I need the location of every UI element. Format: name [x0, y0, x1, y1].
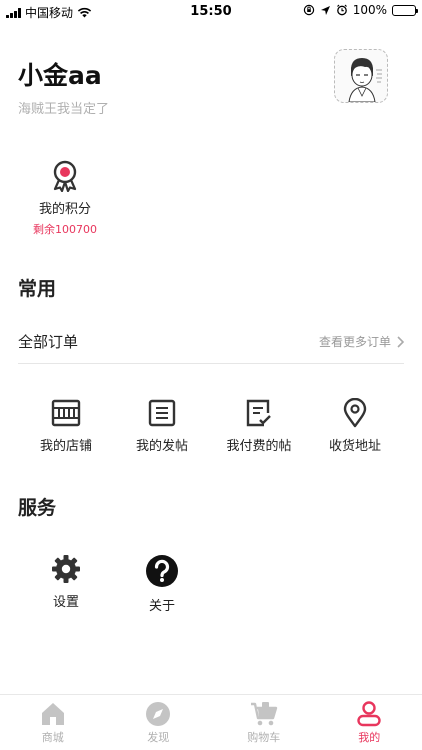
- shipping-address-button[interactable]: 收货地址: [308, 398, 402, 454]
- medal-icon: [53, 160, 77, 192]
- about-label: 关于: [148, 599, 175, 614]
- paid-posts-label: 我付费的帖: [226, 439, 292, 454]
- shipping-address-label: 收货地址: [328, 439, 381, 454]
- my-posts-label: 我的发帖: [135, 439, 188, 454]
- gear-icon: [52, 555, 80, 583]
- post-icon: [148, 399, 176, 427]
- battery-percent: 100%: [352, 3, 387, 17]
- services-section-title: 服务: [18, 497, 57, 519]
- cart-icon: [250, 702, 277, 726]
- location-arrow-icon: [320, 5, 330, 15]
- user-icon: [357, 701, 381, 727]
- view-more-orders-label: 查看更多订单: [318, 335, 391, 349]
- view-more-orders-link[interactable]: 查看更多订单: [319, 333, 404, 350]
- paid-posts-button[interactable]: 我付费的帖: [212, 398, 306, 454]
- battery-icon: [392, 4, 418, 16]
- rotation-lock-icon: [303, 4, 314, 16]
- my-shop-label: 我的店铺: [39, 439, 92, 454]
- question-icon: [146, 555, 178, 587]
- tab-cart[interactable]: 购物车: [211, 695, 317, 750]
- status-right: 100%: [303, 3, 418, 17]
- my-shop-button[interactable]: 我的店铺: [19, 398, 113, 454]
- tab-discover[interactable]: 发现: [106, 695, 212, 750]
- common-section-title: 常用: [18, 278, 57, 300]
- alarm-icon: [336, 4, 347, 16]
- paid-post-icon: [246, 399, 271, 427]
- shop-icon: [51, 399, 81, 427]
- bottom-tab-bar: 商城 发现 购物车 我的: [0, 694, 422, 750]
- username: 小金aa: [18, 61, 102, 90]
- points-entry[interactable]: 我的积分 剩余100700: [26, 160, 104, 237]
- tab-mall-label: 商城: [41, 731, 64, 744]
- chevron-right-icon: [397, 335, 404, 348]
- tab-mine-label: 我的: [358, 731, 381, 744]
- points-title: 我的积分: [38, 202, 91, 217]
- tab-discover-label: 发现: [147, 731, 170, 744]
- signature: 海贼王我当定了: [18, 102, 110, 117]
- compass-icon: [146, 702, 171, 726]
- tab-mine[interactable]: 我的: [317, 695, 422, 750]
- avatar[interactable]: [334, 49, 388, 103]
- all-orders-row[interactable]: 全部订单 查看更多订单: [18, 322, 404, 364]
- settings-button[interactable]: 设置: [19, 554, 113, 610]
- tab-mall[interactable]: 商城: [0, 695, 106, 750]
- about-button[interactable]: 关于: [115, 554, 209, 614]
- status-bar: 中国移动 15:50 100%: [0, 0, 422, 22]
- my-posts-button[interactable]: 我的发帖: [115, 398, 209, 454]
- settings-label: 设置: [52, 595, 79, 610]
- location-pin-icon: [343, 398, 367, 428]
- home-icon: [41, 703, 64, 725]
- points-value: 剩余100700: [33, 223, 97, 236]
- all-orders-label: 全部订单: [18, 333, 79, 351]
- tab-cart-label: 购物车: [247, 731, 281, 744]
